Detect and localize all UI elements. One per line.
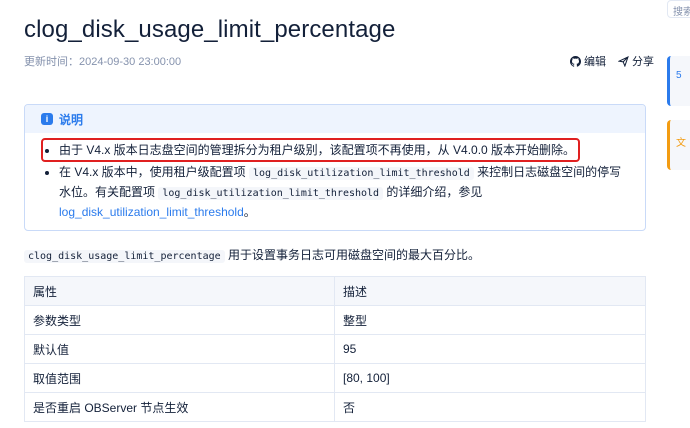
table-cell: 默认值 bbox=[24, 334, 335, 364]
param-description: clog_disk_usage_limit_percentage 用于设置事务日… bbox=[24, 246, 480, 263]
note-header: i 说明 bbox=[25, 105, 645, 133]
table-header-attribute: 属性 bbox=[24, 276, 335, 306]
table-row: 是否重启 OBServer 节点生效 否 bbox=[24, 392, 646, 422]
github-icon bbox=[570, 55, 581, 67]
table-cell: 取值范围 bbox=[24, 363, 335, 393]
share-button[interactable]: 分享 bbox=[618, 53, 654, 69]
table-cell: 整型 bbox=[334, 305, 646, 335]
share-label: 分享 bbox=[632, 56, 654, 68]
table-cell: 95 bbox=[334, 334, 646, 364]
sidebar-card-warning[interactable]: 文 bbox=[667, 120, 690, 170]
table-header-description: 描述 bbox=[334, 276, 646, 306]
table-header-row: 属性 描述 bbox=[24, 276, 646, 306]
table-row: 取值范围 [80, 100] bbox=[24, 363, 646, 393]
note-header-label: 说明 bbox=[59, 112, 84, 127]
note-item-replacement: 在 V4.x 版本中，使用租户级配置项 log_disk_utilization… bbox=[59, 163, 629, 221]
note-text-c: 的详细介绍，参见 bbox=[383, 185, 483, 199]
page-actions: 编辑 分享 bbox=[570, 53, 654, 69]
note-text-a: 在 V4.x 版本中，使用租户级配置项 bbox=[59, 165, 250, 179]
info-icon: i bbox=[41, 113, 53, 125]
updated-time: 更新时间：2024-09-30 23:00:00 bbox=[24, 56, 182, 68]
sidebar-search-input[interactable]: 搜索 bbox=[667, 0, 690, 18]
note-item-deprecated: 由于 V4.x 版本日志盘空间的管理拆分为租户级别，该配置项不再使用，从 V4.… bbox=[59, 141, 629, 159]
edit-label: 编辑 bbox=[584, 56, 606, 68]
table-row: 默认值 95 bbox=[24, 334, 646, 364]
note-item-deprecated-text: 由于 V4.x 版本日志盘空间的管理拆分为租户级别，该配置项不再使用，从 V4.… bbox=[59, 143, 576, 157]
param-name-code: clog_disk_usage_limit_percentage bbox=[24, 250, 225, 263]
param-table: 属性 描述 参数类型 整型 默认值 95 取值范围 [80, 100] 是否重启… bbox=[24, 276, 646, 422]
table-cell: [80, 100] bbox=[334, 363, 646, 393]
sidebar-card-info[interactable]: 5 bbox=[667, 56, 690, 106]
table-cell: 否 bbox=[334, 392, 646, 422]
inline-code-param: log_disk_utilization_limit_threshold bbox=[249, 167, 474, 180]
send-icon bbox=[618, 55, 629, 67]
note-box: i 说明 由于 V4.x 版本日志盘空间的管理拆分为租户级别，该配置项不再使用，… bbox=[24, 104, 646, 231]
param-doc-link[interactable]: log_disk_utilization_limit_threshold bbox=[59, 205, 244, 219]
table-row: 参数类型 整型 bbox=[24, 305, 646, 335]
note-list: 由于 V4.x 版本日志盘空间的管理拆分为租户级别，该配置项不再使用，从 V4.… bbox=[25, 133, 645, 221]
inline-code-param: log_disk_utilization_limit_threshold bbox=[158, 187, 384, 200]
table-cell: 是否重启 OBServer 节点生效 bbox=[24, 392, 335, 422]
table-cell: 参数类型 bbox=[24, 305, 335, 335]
page-title: clog_disk_usage_limit_percentage bbox=[24, 16, 396, 43]
param-description-text: 用于设置事务日志可用磁盘空间的最大百分比。 bbox=[224, 248, 480, 262]
note-text-d: 。 bbox=[243, 205, 256, 219]
edit-button[interactable]: 编辑 bbox=[570, 53, 606, 69]
